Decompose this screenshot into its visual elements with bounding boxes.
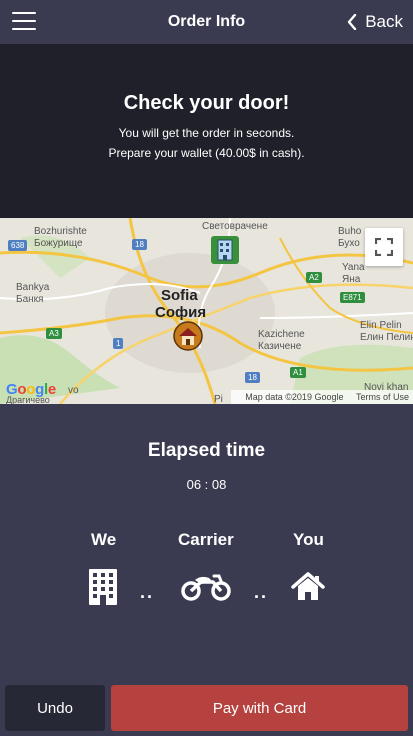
map-label-bozhurishte: Bozhurishte [34, 226, 87, 237]
road-tag-a1: A1 [290, 367, 306, 378]
map-label-city: Sofia [161, 287, 198, 304]
map-label-city-cyr: София [155, 304, 207, 321]
progress-dots-left: .. [140, 582, 155, 602]
map-label-yana: Yana [342, 262, 365, 273]
status-banner: Check your door! You will get the order … [0, 44, 413, 218]
map-label-pi: Pi [214, 394, 223, 404]
pay-with-card-button[interactable]: Pay with Card [111, 685, 408, 731]
map-label-vo: vo [68, 385, 79, 396]
banner-line-2: Prepare your wallet (40.00$ in cash). [108, 146, 305, 160]
banner-line-1: You will get the order in seconds. [118, 126, 295, 140]
back-label: Back [365, 12, 403, 31]
map-label-elin-pelin-cyr: Елин Пелин [360, 332, 413, 343]
elapsed-title: Elapsed time [147, 440, 266, 461]
menu-button[interactable] [12, 12, 36, 32]
map-label-bukhovo: Buho [338, 226, 362, 237]
top-bar: Order Info Back [0, 0, 413, 44]
road-tag-18b: 18 [245, 372, 260, 383]
road-tag-a3: A3 [46, 328, 62, 339]
progress-label-carrier: Carrier [178, 530, 234, 549]
map-attribution: Map data ©2019 Google Terms of Use [231, 390, 413, 404]
progress-dots-right: .. [254, 582, 269, 602]
map-view[interactable]: Bozhurishte Божурище Световрачене Buho Б… [0, 218, 413, 404]
map-label-dragichevo: Драгичево [6, 395, 50, 404]
road-tag-638: 638 [8, 240, 28, 251]
map-label-yana-cyr: Яна [342, 274, 361, 285]
undo-button[interactable]: Undo [5, 685, 105, 731]
hamburger-icon [12, 12, 36, 14]
building-marker-icon[interactable] [210, 235, 240, 270]
map-label-bozhurishte-cyr: Божурище [34, 238, 83, 249]
home-icon [291, 572, 325, 600]
road-tag-1: 1 [113, 338, 124, 349]
banner-heading: Check your door! [123, 92, 290, 114]
map-label-svetovrachene: Световрачене [202, 221, 268, 232]
fullscreen-icon [375, 238, 393, 256]
home-marker-icon[interactable] [173, 321, 203, 356]
back-button[interactable]: Back [347, 0, 403, 44]
road-tag-18a: 18 [132, 239, 147, 250]
map-label-bankya: Bankya [16, 282, 50, 293]
map-label-bukhovo-cyr: Бухо [338, 238, 360, 249]
progress-label-we: We [91, 530, 117, 549]
building-icon [89, 569, 117, 605]
motorcycle-icon [181, 574, 231, 601]
elapsed-time: 06 : 08 [186, 477, 227, 492]
road-tag-e871: E871 [340, 292, 365, 303]
map-label-kazichene-cyr: Казичене [258, 341, 302, 352]
map-label-elin-pelin: Elin Pelin [360, 320, 402, 331]
progress-label-you: You [293, 530, 324, 549]
chevron-left-icon [348, 14, 357, 30]
map-label-bankya-cyr: Банкя [16, 294, 44, 305]
road-tag-a2: A2 [306, 272, 322, 283]
fullscreen-button[interactable] [365, 228, 403, 266]
map-data-credit: Map data ©2019 Google [245, 392, 344, 402]
map-label-kazichene: Kazichene [258, 329, 305, 340]
terms-link[interactable]: Terms of Use [356, 392, 409, 402]
